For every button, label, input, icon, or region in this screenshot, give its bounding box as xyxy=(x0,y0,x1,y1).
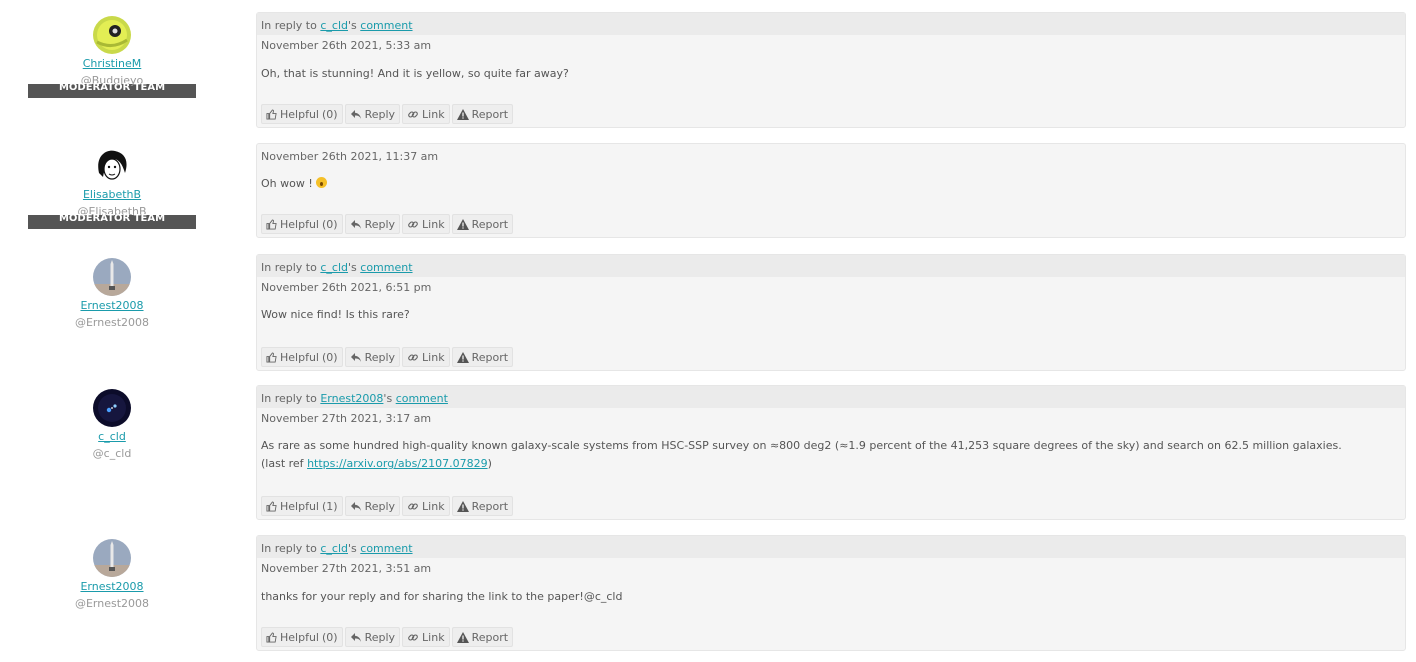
warning-icon xyxy=(456,218,469,230)
comment-card: November 26th 2021, 11:37 am Oh wow ! He… xyxy=(256,143,1406,238)
comment-author: Ernest2008 @Ernest2008 xyxy=(28,258,196,330)
comment-reference: (last ref https://arxiv.org/abs/2107.078… xyxy=(261,457,492,470)
moderator-badge: MODERATOR TEAM xyxy=(28,214,196,229)
reply-icon xyxy=(350,109,361,119)
link-button[interactable]: Link xyxy=(402,627,450,647)
comment-text: Oh wow ! xyxy=(257,175,1405,193)
helpful-button[interactable]: Helpful (0) xyxy=(261,347,343,367)
reply-to-user-link[interactable]: c_cld xyxy=(320,261,348,274)
author-name-link[interactable]: c_cld xyxy=(28,430,196,444)
comment-date: November 26th 2021, 5:33 am xyxy=(261,39,432,52)
reply-icon xyxy=(350,219,361,229)
reply-to-user-link[interactable]: c_cld xyxy=(320,19,348,32)
comment-actions: Helpful (0) Reply Link Report xyxy=(261,627,514,647)
link-button[interactable]: Link xyxy=(402,214,450,234)
warning-icon xyxy=(456,108,469,120)
comment-date: November 26th 2021, 11:37 am xyxy=(261,150,439,163)
helpful-button[interactable]: Helpful (1) xyxy=(261,496,343,516)
report-button[interactable]: Report xyxy=(451,214,514,234)
comment-card: In reply to c_cld's comment November 26t… xyxy=(256,254,1406,371)
link-icon xyxy=(408,353,418,361)
thumbs-up-icon xyxy=(266,500,277,512)
author-handle: @c_cld xyxy=(92,447,132,460)
thumbs-up-icon xyxy=(266,218,277,230)
comment-date: November 27th 2021, 3:17 am xyxy=(261,412,432,425)
moderator-badge: MODERATOR TEAM xyxy=(28,83,196,98)
report-button[interactable]: Report xyxy=(451,104,514,124)
reply-to-comment-link[interactable]: comment xyxy=(396,392,448,405)
link-icon xyxy=(408,220,418,228)
link-button[interactable]: Link xyxy=(402,347,450,367)
report-button[interactable]: Report xyxy=(451,496,514,516)
reply-icon xyxy=(350,352,361,362)
author-name-link[interactable]: Ernest2008 xyxy=(28,580,196,594)
comment-author: c_cld @c_cld xyxy=(28,389,196,461)
comment-text: As rare as some hundred high-quality kno… xyxy=(261,439,1342,452)
report-button[interactable]: Report xyxy=(451,627,514,647)
helpful-button[interactable]: Helpful (0) xyxy=(261,104,343,124)
reply-context: In reply to c_cld's comment xyxy=(257,536,1405,558)
astonished-emoji-icon xyxy=(316,177,328,188)
thumbs-up-icon xyxy=(266,631,277,643)
arxiv-reference-link[interactable]: https://arxiv.org/abs/2107.07829 xyxy=(307,457,488,470)
author-name-link[interactable]: ElisabethB xyxy=(28,188,196,202)
reply-context: In reply to c_cld's comment xyxy=(257,13,1405,35)
thumbs-up-icon xyxy=(266,351,277,363)
avatar[interactable] xyxy=(93,258,131,296)
warning-icon xyxy=(456,631,469,643)
reply-button[interactable]: Reply xyxy=(344,627,401,647)
link-icon xyxy=(408,110,418,118)
reply-button[interactable]: Reply xyxy=(344,104,401,124)
author-handle: @Ernest2008 xyxy=(74,316,150,329)
report-button[interactable]: Report xyxy=(451,347,514,367)
reply-button[interactable]: Reply xyxy=(344,347,401,367)
comment-actions: Helpful (0) Reply Link Report xyxy=(261,214,514,234)
author-name-link[interactable]: Ernest2008 xyxy=(28,299,196,313)
comment-text: thanks for your reply and for sharing th… xyxy=(261,590,623,603)
reply-to-comment-link[interactable]: comment xyxy=(360,542,412,555)
comment-author: ChristineM @Budgieyo MODERATOR TEAM xyxy=(28,16,196,98)
link-icon xyxy=(408,633,418,641)
helpful-button[interactable]: Helpful (0) xyxy=(261,627,343,647)
avatar[interactable] xyxy=(93,16,131,54)
comment-date: November 27th 2021, 3:51 am xyxy=(261,562,432,575)
avatar[interactable] xyxy=(93,147,131,185)
comment-actions: Helpful (0) Reply Link Report xyxy=(261,347,514,367)
reply-button[interactable]: Reply xyxy=(344,496,401,516)
avatar[interactable] xyxy=(93,539,131,577)
reply-context: In reply to c_cld's comment xyxy=(257,255,1405,277)
author-handle: @Ernest2008 xyxy=(74,597,150,610)
comment-card: In reply to c_cld's comment November 26t… xyxy=(256,12,1406,128)
reply-to-comment-link[interactable]: comment xyxy=(360,19,412,32)
warning-icon xyxy=(456,500,469,512)
thumbs-up-icon xyxy=(266,108,277,120)
helpful-button[interactable]: Helpful (0) xyxy=(261,214,343,234)
reply-to-user-link[interactable]: Ernest2008 xyxy=(320,392,383,405)
reply-to-comment-link[interactable]: comment xyxy=(360,261,412,274)
reply-icon xyxy=(350,501,361,511)
reply-button[interactable]: Reply xyxy=(344,214,401,234)
link-icon xyxy=(408,502,418,510)
comment-author: ElisabethB @ElisabethB MODERATOR TEAM xyxy=(28,147,196,229)
comment-text: Oh, that is stunning! And it is yellow, … xyxy=(261,67,569,80)
reply-icon xyxy=(350,632,361,642)
reply-to-user-link[interactable]: c_cld xyxy=(320,542,348,555)
reply-context: In reply to Ernest2008's comment xyxy=(257,386,1405,408)
warning-icon xyxy=(456,351,469,363)
comment-actions: Helpful (0) Reply Link Report xyxy=(261,104,514,124)
link-button[interactable]: Link xyxy=(402,104,450,124)
link-button[interactable]: Link xyxy=(402,496,450,516)
avatar[interactable] xyxy=(93,389,131,427)
comment-card: In reply to Ernest2008's comment Novembe… xyxy=(256,385,1406,520)
comment-card: In reply to c_cld's comment November 27t… xyxy=(256,535,1406,651)
comment-actions: Helpful (1) Reply Link Report xyxy=(261,496,514,516)
comment-author: Ernest2008 @Ernest2008 xyxy=(28,539,196,611)
comment-text: Wow nice find! Is this rare? xyxy=(261,308,410,321)
comment-date: November 26th 2021, 6:51 pm xyxy=(261,281,432,294)
author-name-link[interactable]: ChristineM xyxy=(28,57,196,71)
